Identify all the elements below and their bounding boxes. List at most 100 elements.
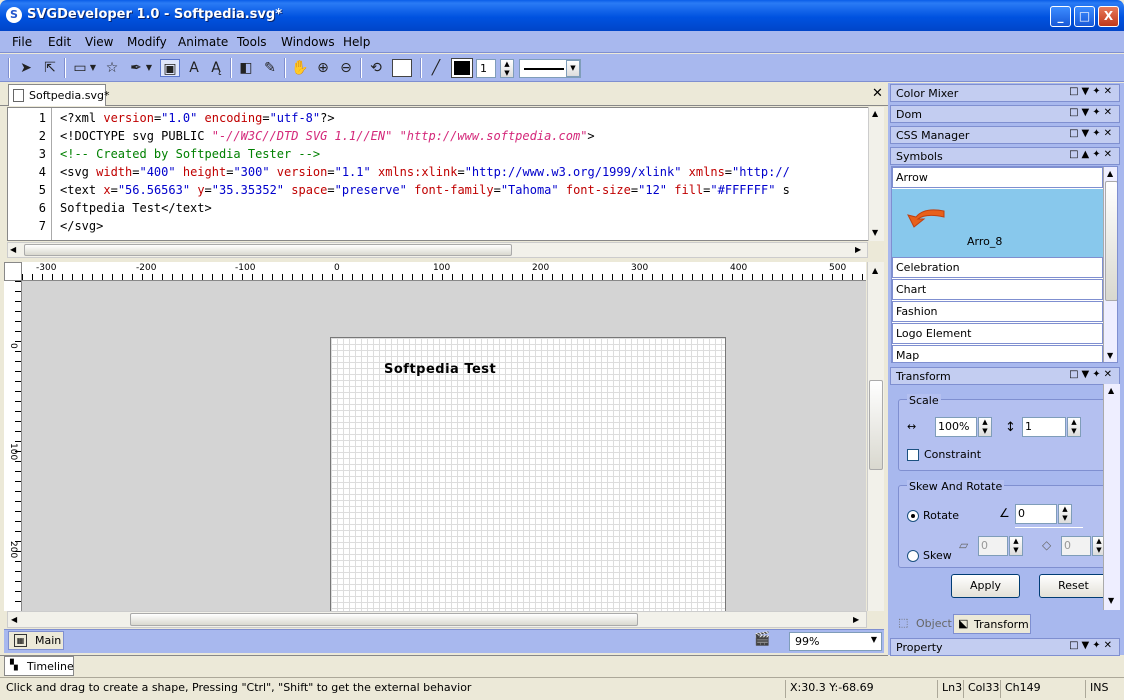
- gradient-tool-icon[interactable]: ◧: [236, 59, 256, 77]
- panel-transform[interactable]: Transform □▼✦✕: [890, 367, 1120, 385]
- menu-tools[interactable]: Tools: [237, 35, 267, 49]
- hand-tool-icon[interactable]: ✋: [290, 59, 310, 77]
- scroll-thumb[interactable]: [869, 380, 883, 470]
- zoom-out-icon[interactable]: ⊖: [336, 59, 356, 77]
- main-scene-tab[interactable]: ▦ Main: [8, 631, 64, 650]
- stroke-style-select[interactable]: ▼: [519, 59, 581, 78]
- code-vertical-scrollbar[interactable]: ▲ ▼: [868, 107, 884, 241]
- skew-x-spinner[interactable]: ▲ ▼: [1009, 536, 1023, 556]
- symbol-category-chart[interactable]: Chart: [892, 279, 1103, 300]
- scroll-left-icon[interactable]: ◀: [11, 615, 17, 624]
- chevron-down-icon[interactable]: ▼: [871, 635, 877, 644]
- symbol-preview[interactable]: Arro_8: [892, 189, 1103, 257]
- menu-edit[interactable]: Edit: [48, 35, 71, 49]
- document-tab[interactable]: Softpedia.svg*: [8, 84, 109, 106]
- canvas-vertical-scrollbar[interactable]: ▲: [867, 262, 884, 611]
- rotate-spinner[interactable]: ▲ ▼: [1058, 504, 1072, 524]
- chevron-down-icon[interactable]: ▼: [144, 59, 154, 77]
- scroll-up-icon[interactable]: ▲: [872, 266, 878, 275]
- drawing-canvas[interactable]: Softpedia Test: [22, 281, 866, 611]
- scroll-thumb[interactable]: [1105, 181, 1117, 301]
- scroll-thumb[interactable]: [130, 613, 638, 626]
- fill-color-swatch[interactable]: [392, 59, 412, 77]
- rectangle-tool-icon[interactable]: ▭: [70, 59, 90, 77]
- tab-object[interactable]: ⬚ Object: [892, 614, 952, 633]
- skew-y-input[interactable]: 0: [1061, 536, 1091, 556]
- symbol-category-arrow[interactable]: Arrow: [892, 167, 1103, 188]
- scale-y-input[interactable]: 1: [1022, 417, 1066, 437]
- symbol-list[interactable]: Arrow Arro_8 Celebration Chart Fashion L…: [891, 166, 1118, 363]
- maximize-button[interactable]: □: [1074, 6, 1095, 27]
- code-editor[interactable]: 1 2 3 4 5 6 7 <?xml version="1.0" encodi…: [7, 107, 884, 241]
- tab-transform[interactable]: ⬕ Transform: [953, 614, 1031, 634]
- panel-property[interactable]: Property □▼✦✕: [890, 638, 1120, 656]
- scroll-right-icon[interactable]: ▶: [855, 245, 861, 254]
- artboard[interactable]: Softpedia Test: [330, 337, 726, 611]
- scroll-up-icon[interactable]: ▲: [1107, 169, 1113, 178]
- menu-file[interactable]: File: [12, 35, 32, 49]
- constraint-checkbox[interactable]: [907, 449, 919, 461]
- panel-controls-icon[interactable]: □▼✦✕: [1069, 640, 1115, 651]
- scroll-up-icon[interactable]: ▲: [1108, 386, 1114, 395]
- svg-text-element[interactable]: Softpedia Test: [384, 362, 496, 377]
- apply-button[interactable]: Apply: [951, 574, 1020, 598]
- scale-x-input[interactable]: 100%: [935, 417, 977, 437]
- text-path-icon[interactable]: Ą: [206, 59, 226, 77]
- close-button[interactable]: X: [1098, 6, 1119, 27]
- scroll-right-icon[interactable]: ▶: [853, 615, 859, 624]
- symbol-category-logo-element[interactable]: Logo Element: [892, 323, 1103, 344]
- symbol-category-fashion[interactable]: Fashion: [892, 301, 1103, 322]
- stroke-color-swatch[interactable]: [451, 58, 473, 78]
- panel-controls-icon[interactable]: □▼✦✕: [1069, 369, 1115, 380]
- reset-button[interactable]: Reset: [1039, 574, 1108, 598]
- panel-controls-icon[interactable]: □▼✦✕: [1069, 86, 1115, 97]
- panel-dom[interactable]: Dom □▼✦✕: [890, 105, 1120, 123]
- menu-view[interactable]: View: [85, 35, 113, 49]
- scroll-up-icon[interactable]: ▲: [872, 109, 878, 118]
- scroll-down-icon[interactable]: ▼: [1108, 596, 1114, 605]
- stroke-width-input[interactable]: 1: [476, 59, 496, 78]
- menu-modify[interactable]: Modify: [127, 35, 167, 49]
- menu-help[interactable]: Help: [343, 35, 370, 49]
- canvas-horizontal-scrollbar[interactable]: ◀ ▶: [7, 611, 867, 628]
- close-document-icon[interactable]: ✕: [872, 86, 883, 101]
- panel-controls-icon[interactable]: □▼✦✕: [1069, 107, 1115, 118]
- star-tool-icon[interactable]: ☆: [102, 59, 122, 77]
- skew-radio[interactable]: [907, 550, 919, 562]
- timeline-tab[interactable]: ▚ Timeline: [4, 656, 74, 676]
- panel-symbols[interactable]: Symbols □▲✦✕: [890, 147, 1120, 165]
- chevron-down-icon[interactable]: ▼: [88, 59, 98, 77]
- panel-controls-icon[interactable]: □▼✦✕: [1069, 128, 1115, 139]
- ruler-corner[interactable]: [4, 262, 22, 281]
- scroll-down-icon[interactable]: ▼: [872, 228, 878, 237]
- skew-x-input[interactable]: 0: [978, 536, 1008, 556]
- minimize-button[interactable]: _: [1050, 6, 1071, 27]
- panel-color-mixer[interactable]: Color Mixer □▼✦✕: [890, 84, 1120, 102]
- panel-controls-icon[interactable]: □▲✦✕: [1069, 149, 1115, 160]
- scroll-thumb[interactable]: [24, 244, 512, 256]
- clapper-icon[interactable]: 🎬: [754, 632, 770, 647]
- zoom-in-icon[interactable]: ⊕: [313, 59, 333, 77]
- rotate-input[interactable]: 0: [1015, 504, 1057, 524]
- symbol-category-map[interactable]: Map: [892, 345, 1103, 362]
- pen-tool-icon[interactable]: ✒: [126, 59, 146, 77]
- zoom-select[interactable]: 99% ▼: [789, 632, 882, 651]
- text-tool-icon[interactable]: A: [184, 59, 204, 77]
- symbol-category-celebration[interactable]: Celebration: [892, 257, 1103, 278]
- scale-y-spinner[interactable]: ▲ ▼: [1067, 417, 1081, 437]
- stroke-width-spinner[interactable]: ▲ ▼: [500, 59, 514, 78]
- stroke-tool-icon[interactable]: ╱: [426, 59, 446, 77]
- panel-css-manager[interactable]: CSS Manager □▼✦✕: [890, 126, 1120, 144]
- title-bar[interactable]: S SVGDeveloper 1.0 - Softpedia.svg* _ □ …: [0, 0, 1124, 31]
- symbol-list-scrollbar[interactable]: ▲ ▼: [1103, 167, 1117, 362]
- menu-windows[interactable]: Windows: [281, 35, 335, 49]
- rotate-radio[interactable]: [907, 510, 919, 522]
- rotate-view-icon[interactable]: ⟲: [366, 59, 386, 77]
- image-tool-icon[interactable]: ▣: [160, 59, 180, 77]
- transform-panel-scrollbar[interactable]: ▲ ▼: [1103, 384, 1120, 610]
- scroll-left-icon[interactable]: ◀: [10, 245, 16, 254]
- scroll-down-icon[interactable]: ▼: [1107, 351, 1113, 360]
- chevron-down-icon[interactable]: ▼: [566, 60, 580, 77]
- eyedropper-icon[interactable]: ✎: [260, 59, 280, 77]
- scale-x-spinner[interactable]: ▲ ▼: [978, 417, 992, 437]
